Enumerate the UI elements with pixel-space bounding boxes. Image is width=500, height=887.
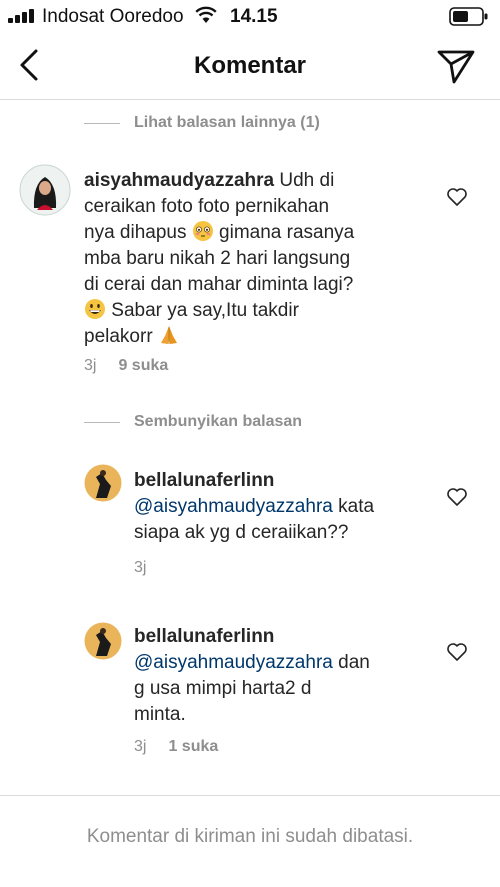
comment-text-line: siapa ak yg d ceraiikan?? <box>134 522 349 543</box>
reply-time: 3j <box>134 738 147 755</box>
comment-meta: 3j 9 suka <box>84 357 168 375</box>
hide-replies[interactable]: Sembunyikan balasan <box>84 410 302 434</box>
grinning-emoji-icon <box>85 299 105 319</box>
comment-text-line: kata <box>338 496 375 517</box>
page-title: Komentar <box>193 52 307 79</box>
comment-text-line: di cerai dan mahar diminta lagi? <box>84 274 354 295</box>
header: Komentar <box>0 34 500 100</box>
main-comment-text: aisyahmaudyazzahra Udh di ceraikan foto … <box>84 168 444 350</box>
wifi-icon <box>195 6 217 23</box>
folded-hands-emoji-icon <box>160 326 177 344</box>
view-more-replies-label: Lihat balasan lainnya (1) <box>134 114 320 131</box>
reply-username[interactable]: bellalunaferlinn <box>134 468 434 494</box>
footer-divider <box>0 795 500 796</box>
comment-text-line: ceraikan foto foto pernikahan <box>84 196 330 217</box>
flushed-emoji-icon <box>192 221 213 241</box>
comment-text-line: mba baru nikah 2 hari langsung <box>84 248 351 269</box>
status-time: 14.15 <box>230 6 278 27</box>
divider-line <box>84 421 120 423</box>
avatar[interactable] <box>84 464 122 502</box>
comment-text-line: dan <box>338 652 370 673</box>
comment-likes[interactable]: 9 suka <box>118 357 168 375</box>
comment-text-line: pelakorr <box>84 326 153 347</box>
avatar[interactable] <box>19 164 71 216</box>
like-heart-icon[interactable] <box>446 187 468 207</box>
comments-restricted-notice: Komentar di kiriman ini sudah dibatasi. <box>86 826 414 847</box>
reply-username[interactable]: bellalunaferlinn <box>134 624 434 650</box>
comment-text-line: Udh di <box>279 170 335 191</box>
comment-text-line: g usa mimpi harta2 d <box>134 678 312 699</box>
comment-text-line: gimana rasanya <box>219 222 355 243</box>
like-heart-icon[interactable] <box>446 642 468 662</box>
send-icon[interactable] <box>436 46 476 86</box>
reply-mention[interactable]: @aisyahmaudyazzahra <box>134 652 333 673</box>
reply-comment-text: bellalunaferlinn @aisyahmaudyazzahra kat… <box>134 468 434 546</box>
reply-time: 3j <box>134 559 147 576</box>
view-more-replies[interactable]: Lihat balasan lainnya (1) <box>84 111 320 135</box>
hide-replies-label: Sembunyikan balasan <box>134 413 303 430</box>
comment-text-line: nya dihapus <box>84 222 187 243</box>
comment-username[interactable]: aisyahmaudyazzahra <box>84 170 274 191</box>
reply-likes[interactable]: 1 suka <box>168 738 218 756</box>
comment-text-line: Sabar ya say,Itu takdir <box>111 300 299 321</box>
reply-meta: 3j 1 suka <box>134 738 218 756</box>
reply-mention[interactable]: @aisyahmaudyazzahra <box>134 496 333 517</box>
reply-comment-text: bellalunaferlinn @aisyahmaudyazzahra dan… <box>134 624 434 728</box>
divider-line <box>84 122 120 124</box>
carrier-name: Indosat Ooredoo <box>42 6 184 27</box>
comment-text-line: minta. <box>134 704 186 725</box>
status-bar: Indosat Ooredoo 14.15 <box>0 0 500 34</box>
avatar[interactable] <box>84 622 122 660</box>
signal-icon <box>8 9 38 23</box>
battery-icon <box>449 7 488 26</box>
reply-meta: 3j <box>134 559 146 577</box>
like-heart-icon[interactable] <box>446 487 468 507</box>
comment-time: 3j <box>84 357 97 374</box>
